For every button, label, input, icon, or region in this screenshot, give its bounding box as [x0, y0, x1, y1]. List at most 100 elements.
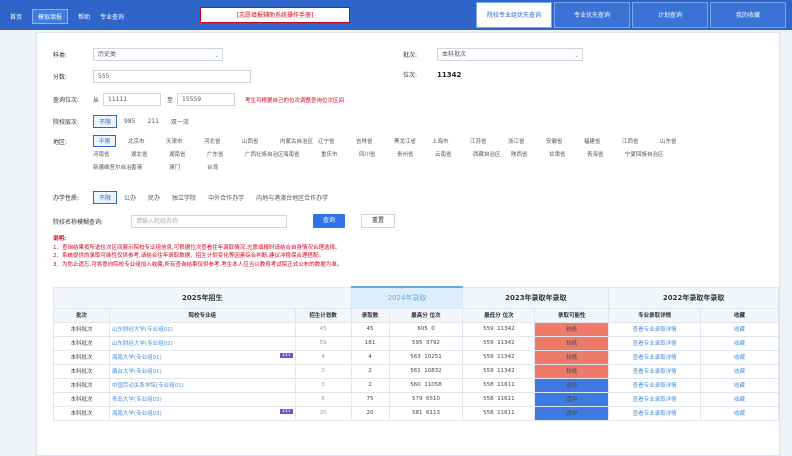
- area-option[interactable]: 山东省: [660, 137, 698, 145]
- favorite-link[interactable]: 收藏: [700, 349, 779, 365]
- area-option[interactable]: 四川省: [359, 150, 397, 158]
- area-option[interactable]: 海南省: [283, 150, 321, 158]
- nav-help[interactable]: 帮助: [78, 12, 90, 21]
- area-option[interactable]: 甘肃省: [549, 150, 587, 158]
- batch-select[interactable]: 本科批次 ⌄: [437, 48, 583, 61]
- cell-school[interactable]: 山东财经大学(专业组01): [108, 321, 296, 337]
- group-header-2022[interactable]: 2022年录取年录取: [608, 286, 779, 309]
- detail-link[interactable]: 查看专业录取详情: [608, 391, 702, 407]
- score-input[interactable]: 555: [93, 70, 251, 83]
- area-option[interactable]: 河南省: [93, 150, 131, 158]
- manual-link[interactable]: [志愿填报辅助系统操作手册]: [200, 7, 350, 23]
- area-option[interactable]: 上海市: [432, 137, 470, 145]
- cell-school[interactable]: 中国劳动关系学院(专业组01): [108, 377, 296, 393]
- area-option[interactable]: 重庆市: [321, 150, 359, 158]
- area-option[interactable]: 湖南省: [169, 150, 207, 158]
- area-option[interactable]: 西藏自治区: [473, 150, 511, 158]
- tab-major-priority[interactable]: 专业优先查询: [554, 2, 630, 28]
- school-name[interactable]: 中国劳动关系学院(专业组01): [112, 383, 184, 389]
- level-option-any[interactable]: 不限: [93, 115, 118, 128]
- level-option-double-first[interactable]: 双一流: [166, 116, 194, 127]
- cell-probability: 适中: [534, 391, 610, 407]
- detail-link[interactable]: 查看专业录取详情: [608, 363, 702, 379]
- school-name[interactable]: 海南大学(专业组03): [112, 411, 162, 417]
- category-select[interactable]: 历史类 ⌄: [93, 48, 223, 61]
- cell-plan: 3: [294, 377, 352, 393]
- area-option[interactable]: 安徽省: [546, 137, 584, 145]
- area-option[interactable]: 江苏省: [470, 137, 508, 145]
- nature-option-any[interactable]: 不限: [93, 191, 118, 204]
- area-option[interactable]: 河北省: [204, 137, 242, 145]
- favorite-link[interactable]: 收藏: [700, 377, 779, 393]
- school-name[interactable]: 海南大学(专业组01): [112, 355, 162, 361]
- area-option[interactable]: 天津市: [166, 137, 204, 145]
- group-header-2024[interactable]: 2024年录取: [350, 286, 464, 309]
- area-option[interactable]: 青海省: [587, 150, 625, 158]
- area-option[interactable]: 江西省: [622, 137, 660, 145]
- range-from-input[interactable]: 11111: [103, 93, 162, 106]
- detail-link[interactable]: 查看专业录取详情: [608, 377, 702, 393]
- cell-school[interactable]: 青岛大学(专业组03): [108, 391, 296, 407]
- area-option[interactable]: 新疆维吾尔自治区: [93, 163, 131, 171]
- search-input[interactable]: 请输入院校名称: [131, 214, 287, 228]
- favorite-link[interactable]: 收藏: [700, 321, 779, 337]
- area-option[interactable]: 澳门: [169, 163, 207, 171]
- area-option[interactable]: 山西省: [242, 137, 280, 145]
- nav-simulate[interactable]: 模拟填报: [32, 9, 69, 24]
- school-name[interactable]: 青岛大学(专业组03): [112, 397, 162, 403]
- tab-plan-query[interactable]: 计划查询: [632, 2, 708, 28]
- high-rank: 6510: [425, 396, 440, 402]
- area-option[interactable]: 北京市: [128, 137, 166, 145]
- area-option[interactable]: 辽宁省: [318, 137, 356, 145]
- favorite-link[interactable]: 收藏: [700, 391, 779, 407]
- cell-batch: 本科批次: [53, 349, 110, 365]
- range-to-input[interactable]: 15559: [177, 93, 236, 106]
- area-option[interactable]: 云南省: [435, 150, 473, 158]
- nav-major-query[interactable]: 专业查询: [100, 12, 124, 21]
- cell-plan: 2: [294, 363, 352, 379]
- cell-plan: 45: [294, 321, 352, 337]
- level-option-985[interactable]: 985: [119, 117, 140, 126]
- nature-option-sino-foreign[interactable]: 中外合作办学: [203, 192, 249, 203]
- nature-option-public[interactable]: 公办: [119, 192, 141, 203]
- favorite-link[interactable]: 收藏: [700, 363, 779, 379]
- query-button[interactable]: 查询: [313, 214, 346, 228]
- favorite-link[interactable]: 收藏: [700, 405, 779, 421]
- area-option[interactable]: 广西壮族自治区: [245, 150, 283, 158]
- detail-link[interactable]: 查看专业录取详情: [608, 321, 702, 337]
- nature-option-hk-macao-tw[interactable]: 内地与港澳台地区合作办学: [251, 192, 333, 203]
- area-option[interactable]: 福建省: [584, 137, 622, 145]
- area-option[interactable]: 不限: [93, 134, 117, 147]
- tab-school-priority[interactable]: 院校专业组优先查询: [476, 2, 552, 28]
- area-option[interactable]: 湖北省: [131, 150, 169, 158]
- area-option[interactable]: 黑龙江省: [394, 137, 432, 145]
- level-option-211[interactable]: 211: [142, 117, 163, 126]
- nav-home[interactable]: 首页: [10, 12, 22, 21]
- nature-option-independent[interactable]: 独立学院: [167, 192, 201, 203]
- detail-link[interactable]: 查看专业录取详情: [608, 349, 702, 365]
- area-option[interactable]: 浙江省: [508, 137, 546, 145]
- area-option[interactable]: 广东省: [207, 150, 245, 158]
- cell-school[interactable]: 烟台大学(专业组01): [108, 363, 296, 379]
- area-option[interactable]: 吉林省: [356, 137, 394, 145]
- area-option[interactable]: 台湾: [207, 163, 245, 171]
- reset-button[interactable]: 重置: [361, 214, 396, 228]
- area-option[interactable]: 香港: [131, 163, 169, 171]
- nature-option-private[interactable]: 民办: [143, 192, 165, 203]
- cell-school[interactable]: 海南大学(专业组03) 211: [108, 405, 296, 421]
- school-name[interactable]: 山东财经大学(专业组02): [112, 341, 173, 347]
- area-option[interactable]: 内蒙古自治区: [280, 137, 318, 145]
- school-name[interactable]: 烟台大学(专业组01): [112, 369, 162, 375]
- school-name[interactable]: 山东财经大学(专业组01): [112, 327, 173, 333]
- area-option[interactable]: 贵州省: [397, 150, 435, 158]
- detail-link[interactable]: 查看专业录取详情: [608, 335, 702, 351]
- favorite-link[interactable]: 收藏: [700, 335, 779, 351]
- group-header-2023[interactable]: 2023年录取年录取: [462, 286, 610, 309]
- cell-school[interactable]: 海南大学(专业组01) 211: [108, 349, 296, 365]
- area-row-2: 河南省 湖北省 湖南省 广东省 广西壮族自治区 海南省 重庆市 四川省 贵州省 云南省 西藏自治区陕…: [93, 147, 753, 160]
- area-option[interactable]: 陕西省: [511, 150, 549, 158]
- cell-school[interactable]: 山东财经大学(专业组02): [108, 335, 296, 351]
- detail-link[interactable]: 查看专业录取详情: [608, 405, 702, 421]
- tab-favorites[interactable]: 我的收藏: [710, 2, 786, 28]
- area-option[interactable]: 宁夏回族自治区: [625, 150, 663, 158]
